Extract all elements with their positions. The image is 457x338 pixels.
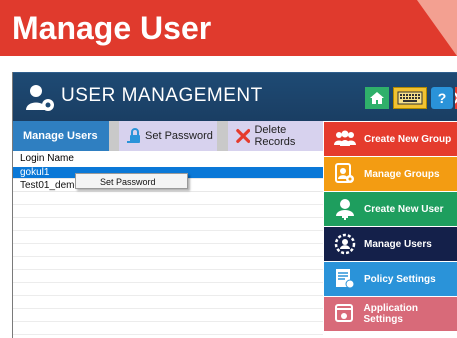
grid-line <box>13 230 323 231</box>
set-password-button[interactable]: Set Password <box>119 121 217 151</box>
app-settings-icon <box>334 304 353 322</box>
application-settings-label: Application Settings <box>363 303 418 325</box>
application-settings-button[interactable]: Application Settings <box>324 297 457 331</box>
help-icon: ? <box>437 90 447 106</box>
create-new-user-label: Create New User <box>364 203 444 215</box>
tab-manage-users[interactable]: Manage Users <box>13 121 109 151</box>
grid-line <box>13 256 323 257</box>
create-new-user-button[interactable]: Create New User <box>324 192 457 226</box>
grid-line <box>13 243 323 244</box>
lock-icon <box>127 128 140 143</box>
grid-line <box>13 295 323 296</box>
group-add-icon <box>334 130 356 146</box>
app-header: USER MANAGEMENT ? <box>13 72 457 121</box>
grid-line <box>13 321 323 322</box>
toolbar: Manage Users Set Password Delete Records <box>13 121 323 151</box>
home-button[interactable] <box>365 87 389 109</box>
manage-users-button[interactable]: Manage Users <box>324 227 457 261</box>
gear-user-icon <box>334 233 356 255</box>
manage-groups-icon <box>335 163 354 183</box>
grid-line <box>13 308 323 309</box>
title-band-corner <box>417 0 457 56</box>
delete-x-icon <box>236 128 251 144</box>
title-band: Manage User <box>0 0 457 56</box>
manage-users-label: Manage Users <box>364 238 432 250</box>
delete-records-button[interactable]: Delete Records <box>228 121 323 151</box>
home-icon <box>370 92 384 104</box>
user-settings-icon <box>26 85 54 111</box>
user-management-window: USER MANAGEMENT ? Manage Users Set Passw… <box>12 72 457 338</box>
manage-groups-button[interactable]: Manage Groups <box>324 157 457 191</box>
keyboard-icon <box>397 91 423 105</box>
create-new-group-button[interactable]: Create New Group <box>324 122 457 156</box>
app-title: USER MANAGEMENT <box>61 85 263 106</box>
keyboard-button[interactable] <box>393 87 427 109</box>
user-add-icon <box>336 199 354 220</box>
policy-settings-label: Policy Settings <box>364 273 436 285</box>
tab-manage-users-label: Manage Users <box>23 130 98 142</box>
manage-groups-label: Manage Groups <box>364 168 440 180</box>
grid-line <box>13 334 323 335</box>
grid-line <box>13 282 323 283</box>
grid-line <box>13 269 323 270</box>
help-button[interactable]: ? <box>431 87 453 109</box>
context-menu: Set Password <box>75 173 188 189</box>
column-header-login-name[interactable]: Login Name <box>13 153 323 165</box>
grid-line <box>13 204 323 205</box>
policy-settings-button[interactable]: Policy Settings <box>324 262 457 296</box>
context-menu-item-set-password[interactable]: Set Password <box>100 177 156 187</box>
page-title: Manage User <box>12 10 212 46</box>
set-password-label: Set Password <box>145 130 213 142</box>
policy-icon <box>336 269 355 289</box>
grid-line <box>13 217 323 218</box>
delete-records-label: Delete Records <box>254 124 296 148</box>
create-new-group-label: Create New Group <box>364 133 452 145</box>
